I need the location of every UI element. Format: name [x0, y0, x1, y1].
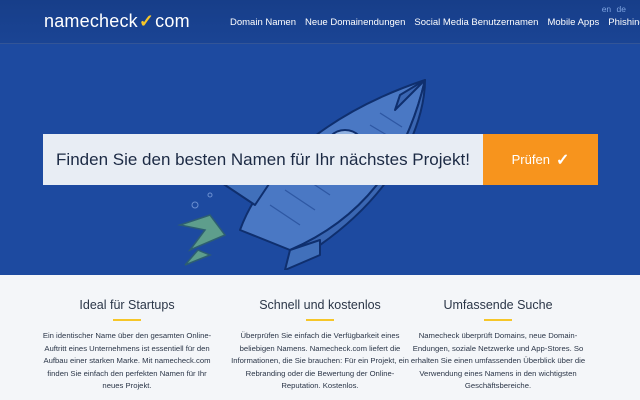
nav-item-phishingcheck[interactable]: PhishingCheck — [608, 17, 640, 28]
feature-text: Überprüfen Sie einfach die Verfügbarkeit… — [231, 331, 409, 391]
feature-startups: Ideal für Startups Ein identischer Name … — [37, 298, 217, 393]
feature-divider — [306, 319, 334, 321]
brand-logo[interactable]: namecheck✓com — [44, 11, 190, 32]
language-switcher: en de — [599, 4, 626, 14]
feature-divider — [484, 319, 512, 321]
lang-en-link[interactable]: en — [602, 4, 611, 14]
brand-name-part2: com — [155, 11, 190, 31]
nav-item-mobile-apps[interactable]: Mobile Apps — [547, 17, 599, 28]
feature-umfassend: Umfassende Suche Namecheck überprüft Dom… — [408, 298, 588, 393]
feature-divider — [113, 319, 141, 321]
top-navbar: namecheck✓com Domain Namen Neue Domainen… — [0, 0, 640, 44]
main-nav: Domain Namen Neue Domainendungen Social … — [230, 17, 640, 28]
search-bar: Prüfen ✓ — [43, 134, 598, 185]
check-button[interactable]: Prüfen ✓ — [483, 134, 598, 185]
nav-item-social-media[interactable]: Social Media Benutzernamen — [414, 17, 538, 28]
features-section: Ideal für Startups Ein identischer Name … — [0, 275, 640, 400]
feature-title: Umfassende Suche — [443, 298, 553, 312]
nav-item-domain-namen[interactable]: Domain Namen — [230, 17, 296, 28]
feature-text: Namecheck überprüft Domains, neue Domain… — [410, 331, 586, 391]
feature-schnell: Schnell und kostenlos Überprüfen Sie ein… — [230, 298, 410, 393]
brand-name-part1: namecheck — [44, 11, 138, 31]
search-input[interactable] — [43, 134, 483, 185]
feature-title: Schnell und kostenlos — [259, 298, 381, 312]
check-button-label: Prüfen — [511, 152, 550, 167]
hero-section: namecheck✓com Domain Namen Neue Domainen… — [0, 0, 640, 275]
nav-item-neue-domainendungen[interactable]: Neue Domainendungen — [305, 17, 405, 28]
brand-check-icon: ✓ — [138, 11, 155, 31]
checkmark-icon: ✓ — [555, 151, 570, 169]
feature-title: Ideal für Startups — [79, 298, 175, 312]
feature-text: Ein identischer Name über den gesamten O… — [42, 331, 212, 391]
lang-de-link[interactable]: de — [617, 4, 626, 14]
